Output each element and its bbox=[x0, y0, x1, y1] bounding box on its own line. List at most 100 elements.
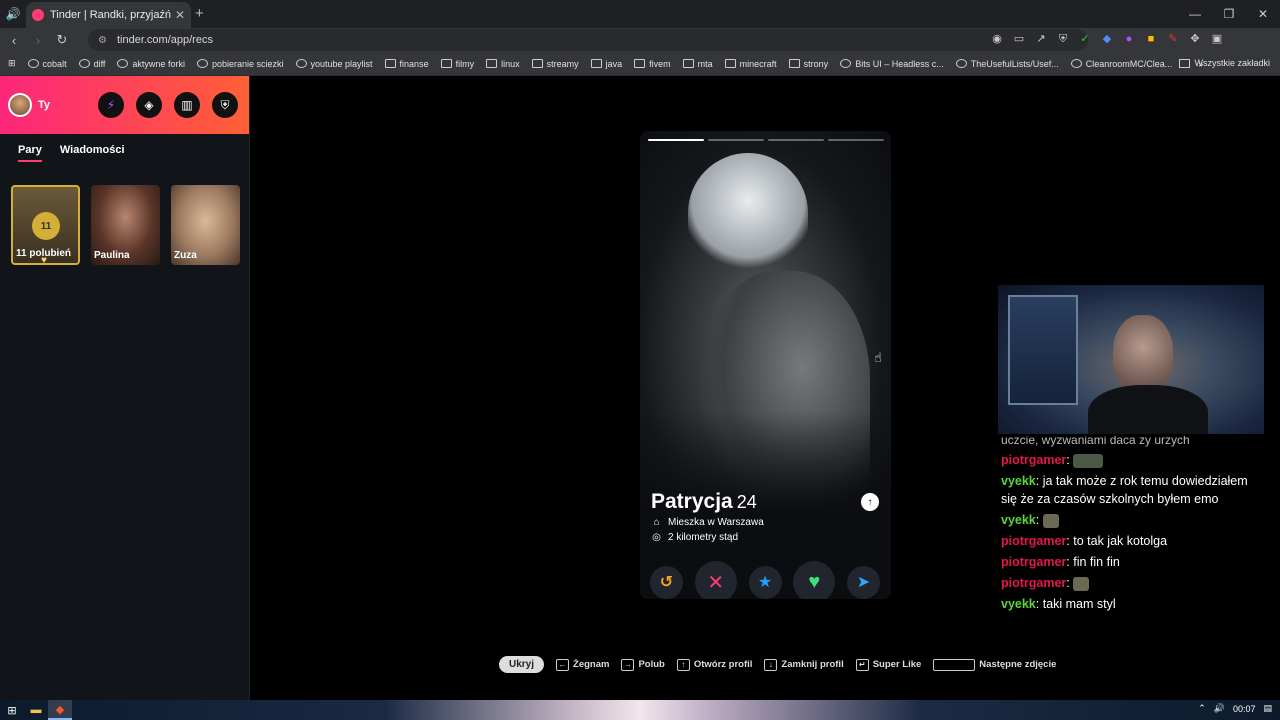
speaker-icon[interactable]: 🔊 bbox=[0, 0, 26, 28]
likes-tile[interactable]: 11 11 polubień ♥ bbox=[11, 185, 80, 265]
enter-key-icon: ↵ bbox=[855, 658, 869, 671]
up-arrow-key-icon: ↑ bbox=[676, 658, 690, 671]
windows-start-icon[interactable]: ⊞ bbox=[0, 700, 24, 720]
site-icon bbox=[295, 59, 307, 68]
bookmark-item[interactable]: diff bbox=[78, 59, 105, 69]
minimize-button[interactable]: — bbox=[1178, 0, 1212, 28]
chat-username[interactable]: vyekk bbox=[1001, 597, 1036, 611]
super-like-button[interactable]: ★ bbox=[748, 565, 782, 599]
shortcut-super: ↵ Super Like bbox=[855, 658, 921, 671]
avatar[interactable] bbox=[8, 93, 32, 117]
nope-button[interactable]: ✕ bbox=[694, 561, 737, 599]
chat-message: piotrgamer: bbox=[1001, 451, 1263, 469]
back-icon[interactable]: ‹ bbox=[4, 33, 24, 48]
browser-tab[interactable]: Tinder | Randki, przyjaźń, nowe z ✕ bbox=[26, 2, 191, 28]
like-button[interactable]: ♥ bbox=[793, 561, 836, 599]
lives-row: ⌂ Mieszka w Warszawa bbox=[651, 517, 764, 528]
apps-icon[interactable]: ⊞ bbox=[8, 58, 16, 69]
clock[interactable]: 00:07 bbox=[1233, 704, 1256, 714]
window-controls: — ❐ ✕ bbox=[1178, 0, 1280, 28]
folder-icon bbox=[531, 59, 543, 68]
all-bookmarks[interactable]: Wszystkie zakładki bbox=[1179, 58, 1270, 68]
chat-username[interactable]: piotrgamer bbox=[1001, 576, 1066, 590]
hide-shortcuts-button[interactable]: Ukryj bbox=[499, 656, 545, 673]
check-extension-icon[interactable]: ✓ bbox=[1078, 32, 1092, 46]
bookmark-item[interactable]: strony bbox=[788, 59, 828, 69]
photo-indicator bbox=[648, 139, 704, 141]
likes-count-badge: 11 bbox=[32, 212, 60, 240]
brave-browser-icon[interactable]: ◆ bbox=[48, 700, 72, 720]
chat-text: fin fin fin bbox=[1073, 555, 1120, 569]
chat-username[interactable]: piotrgamer bbox=[1001, 534, 1066, 548]
sidebar-icon[interactable]: ▣ bbox=[1210, 32, 1224, 46]
rewind-button[interactable]: ↺ bbox=[650, 565, 683, 599]
reload-icon[interactable]: ↻ bbox=[52, 32, 72, 48]
boost-icon[interactable]: ⚡ bbox=[98, 92, 124, 118]
shield-icon[interactable]: ⛨ bbox=[1056, 32, 1070, 46]
briefcase-icon[interactable]: ▥ bbox=[174, 92, 200, 118]
chat-cut-line: uczcie, wyzwaniami daca zy urzych bbox=[1001, 436, 1190, 447]
profile-card[interactable]: Patrycja 24 ↑ ⌂ Mieszka w Warszawa ◎ 2 ki… bbox=[640, 131, 891, 599]
chat-username[interactable]: vyekk bbox=[1001, 513, 1036, 527]
chat-username[interactable]: vyekk bbox=[1001, 474, 1036, 488]
restore-button[interactable]: ❐ bbox=[1212, 0, 1246, 28]
notification-icon[interactable]: ▤ bbox=[1263, 703, 1272, 714]
tab-title: Tinder | Randki, przyjaźń, nowe z bbox=[50, 9, 171, 21]
profile-label[interactable]: Ty bbox=[38, 99, 50, 111]
puzzle-icon[interactable]: ✥ bbox=[1188, 32, 1202, 46]
location-icon[interactable]: ◉ bbox=[990, 32, 1004, 46]
site-icon bbox=[78, 59, 90, 68]
bookmark-label: TheUsefulLists/Usef... bbox=[970, 58, 1059, 69]
volume-icon[interactable]: 🔊 bbox=[1214, 703, 1225, 714]
site-icon bbox=[955, 59, 967, 68]
explore-icon[interactable]: ◈ bbox=[136, 92, 162, 118]
tinder-favicon-icon bbox=[32, 9, 44, 21]
tray-arrow-icon[interactable]: ⌃ bbox=[1198, 703, 1206, 714]
bookmark-item[interactable]: streamy bbox=[531, 59, 579, 69]
match-tile[interactable]: Zuza bbox=[171, 185, 240, 265]
bookmark-item[interactable]: linux bbox=[486, 59, 520, 69]
chat-message: vyekk: bbox=[1001, 511, 1263, 529]
bookmark-item[interactable]: cobalt bbox=[27, 59, 67, 69]
close-tab-icon[interactable]: ✕ bbox=[175, 8, 185, 22]
chat-username[interactable]: piotrgamer bbox=[1001, 453, 1066, 467]
bookmark-item[interactable]: Bits UI – Headless c... bbox=[840, 59, 944, 69]
bookmark-label: fivem bbox=[649, 58, 671, 69]
new-tab-button[interactable]: + bbox=[195, 5, 204, 22]
distance-text: 2 kilometry stąd bbox=[668, 532, 739, 543]
address-bar[interactable]: ⚙ tinder.com/app/recs bbox=[88, 29, 1088, 51]
sidebar-header: Ty ⚡ ◈ ▥ ⛨ bbox=[0, 76, 249, 134]
bookmark-item[interactable]: TheUsefulLists/Usef... bbox=[955, 58, 1059, 69]
bookmark-item[interactable]: CleanroomMC/Clea... bbox=[1070, 59, 1172, 69]
chat-username[interactable]: piotrgamer bbox=[1001, 555, 1066, 569]
bookmark-item[interactable]: finanse bbox=[384, 59, 429, 69]
lives-text: Mieszka w Warszawa bbox=[668, 517, 764, 528]
close-window-button[interactable]: ✕ bbox=[1246, 0, 1280, 28]
forward-icon[interactable]: › bbox=[28, 33, 48, 48]
bookmark-item[interactable]: java bbox=[590, 59, 622, 69]
extension-icon[interactable]: ✎ bbox=[1166, 32, 1180, 46]
tab-matches[interactable]: Pary bbox=[18, 144, 42, 162]
bookmark-item[interactable]: minecraft bbox=[724, 58, 777, 69]
tab-messages[interactable]: Wiadomości bbox=[60, 144, 125, 162]
bookmark-item[interactable]: aktywne forki bbox=[117, 59, 185, 69]
bookmark-item[interactable]: pobieranie sciezki bbox=[196, 59, 284, 69]
match-tile[interactable]: Paulina bbox=[91, 185, 160, 265]
send-icon[interactable]: ➤ bbox=[847, 565, 880, 599]
cast-icon[interactable]: ▭ bbox=[1012, 32, 1026, 46]
site-icon bbox=[117, 59, 129, 68]
bookmark-item[interactable]: mta bbox=[682, 59, 713, 69]
extension-icon[interactable]: ◆ bbox=[1100, 32, 1114, 46]
site-info-icon[interactable]: ⚙ bbox=[98, 35, 107, 46]
extension-icon[interactable]: ■ bbox=[1144, 32, 1158, 46]
bookmark-item[interactable]: fivem bbox=[634, 59, 671, 69]
share-icon[interactable]: ↗ bbox=[1034, 32, 1048, 46]
open-profile-icon[interactable]: ↑ bbox=[861, 493, 879, 511]
extension-icon[interactable]: ● bbox=[1122, 32, 1136, 46]
bookmark-item[interactable]: youtube playlist bbox=[295, 59, 373, 69]
safety-shield-icon[interactable]: ⛨ bbox=[212, 92, 238, 118]
file-explorer-icon[interactable]: ▬ bbox=[24, 700, 48, 720]
shortcut-label: Zamknij profil bbox=[781, 659, 844, 670]
bookmark-item[interactable]: filmy bbox=[440, 59, 474, 69]
bookmark-label: minecraft bbox=[739, 58, 777, 69]
